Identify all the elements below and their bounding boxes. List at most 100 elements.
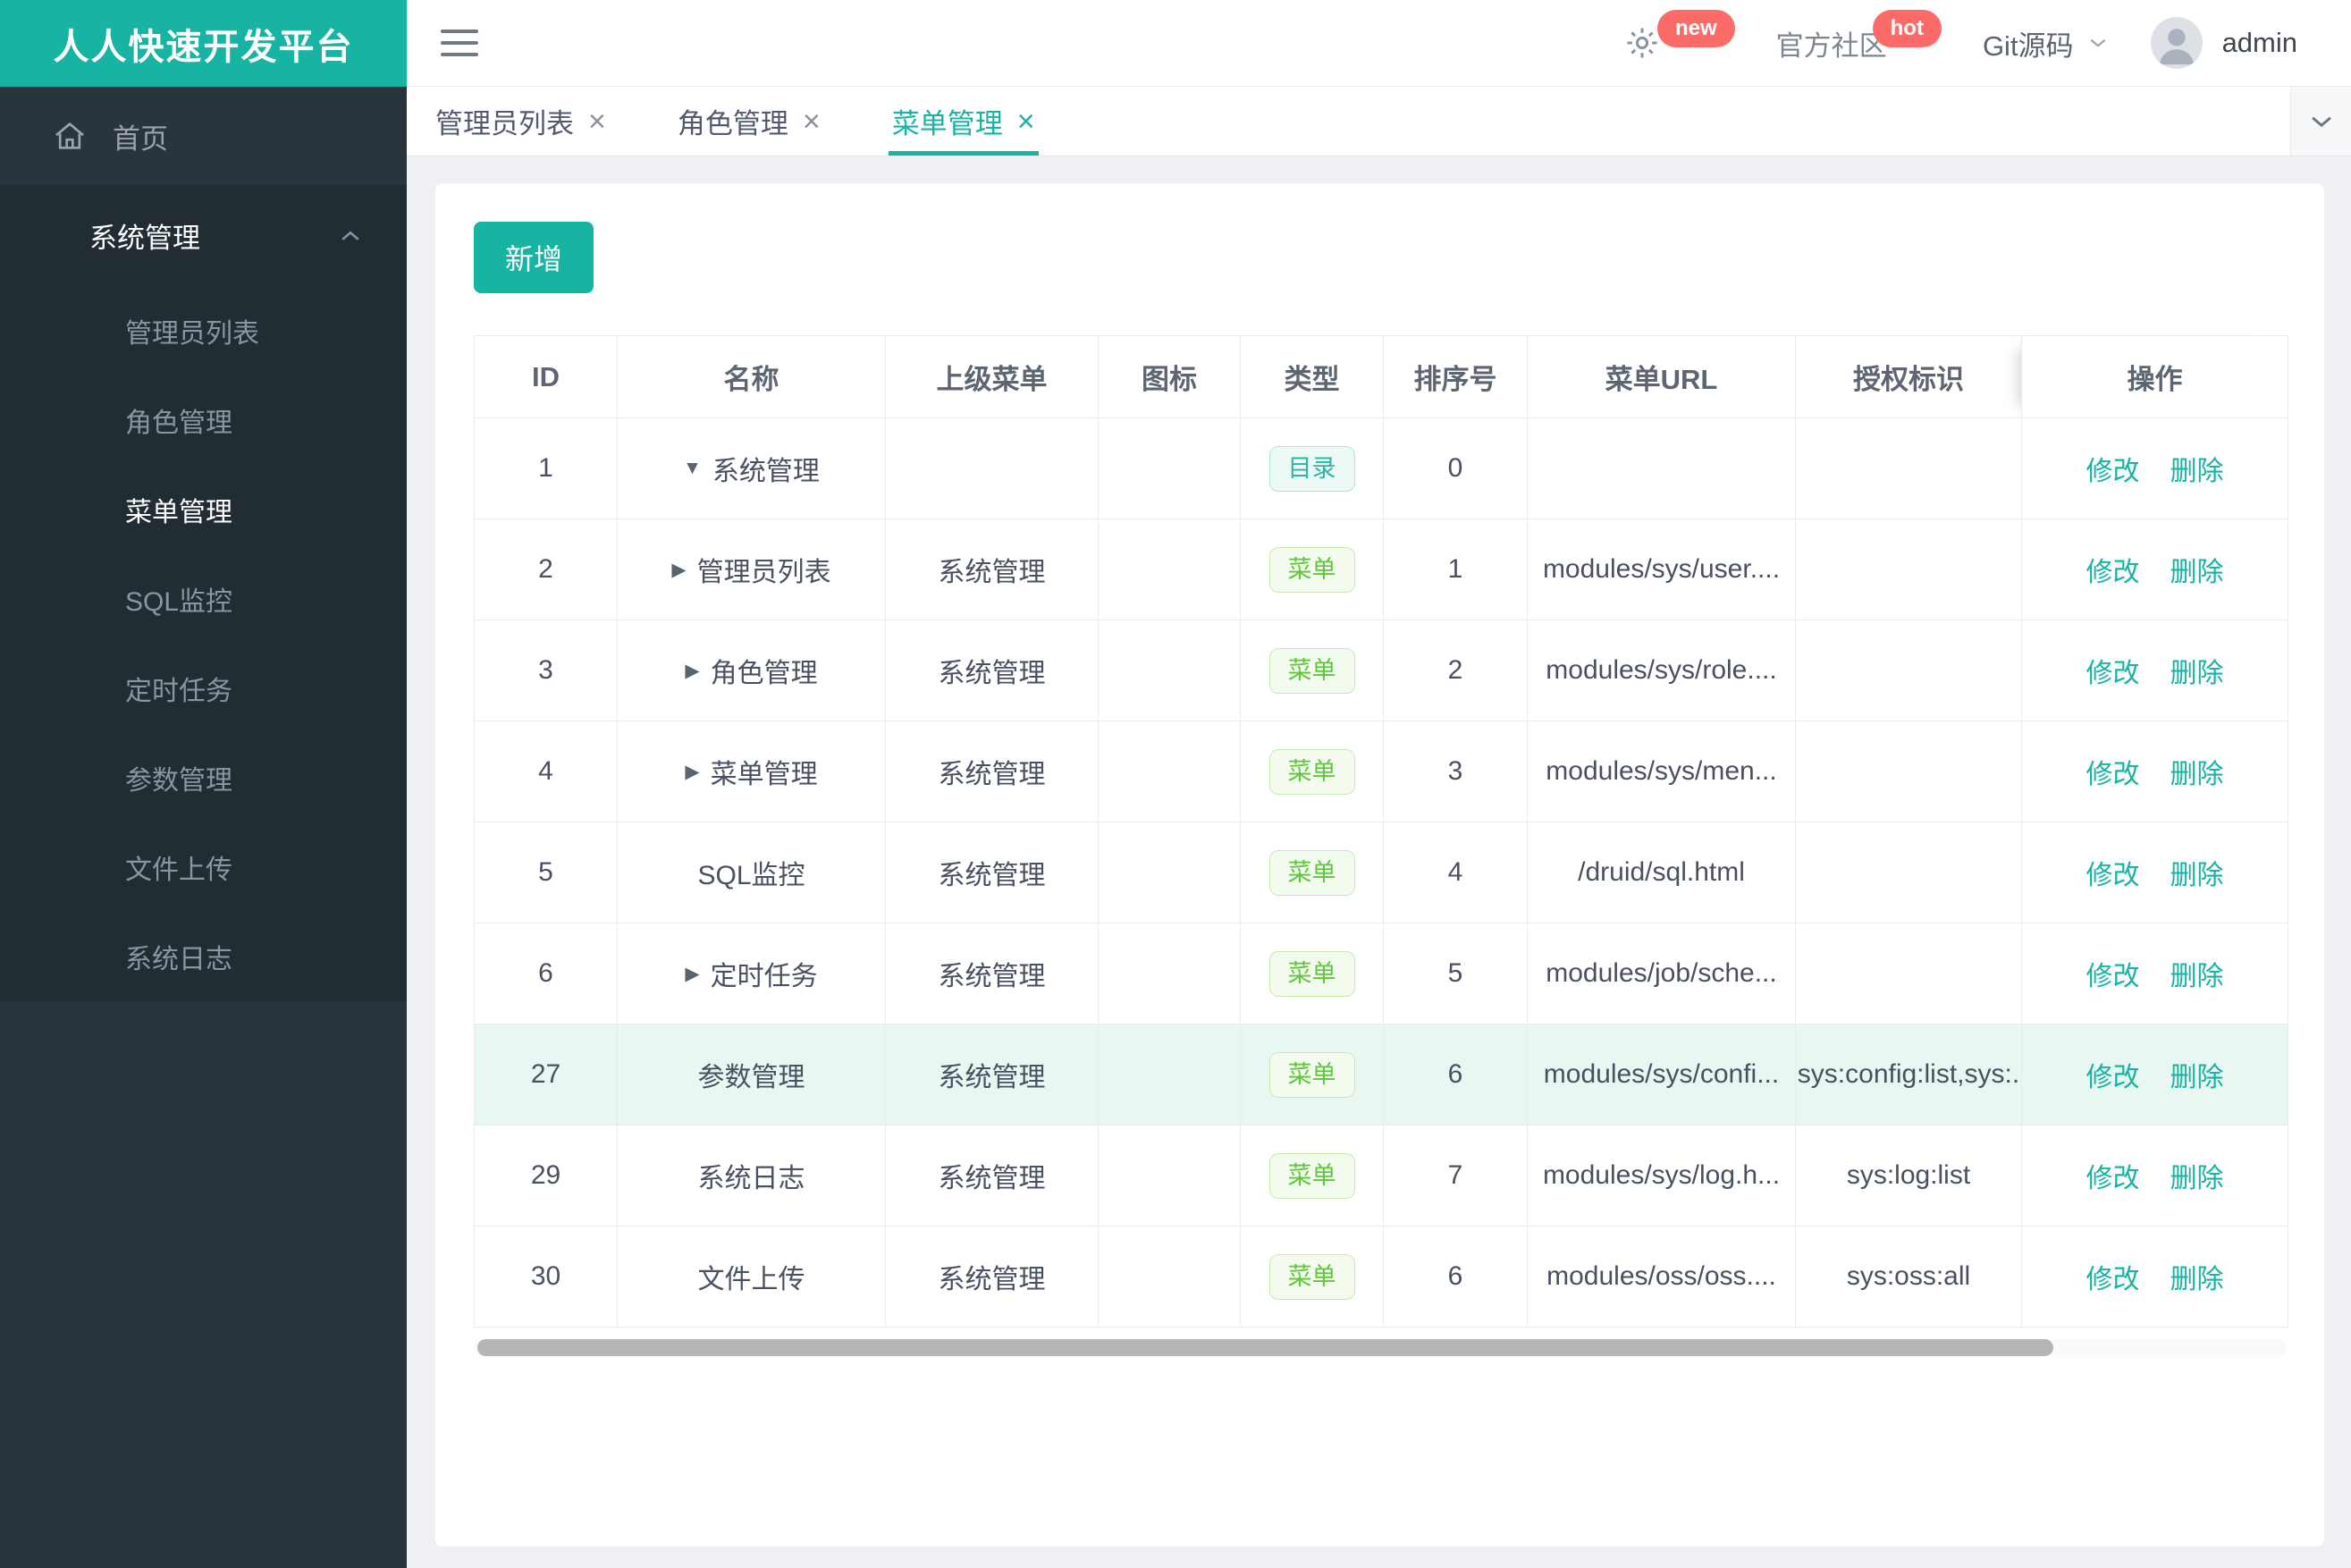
delete-link[interactable]: 删除 [2170, 1055, 2224, 1094]
community-label: 官方社区 [1775, 30, 1887, 62]
git-source-label: Git源码 [1982, 30, 2074, 62]
git-source-dropdown[interactable]: Git源码 [1983, 23, 2110, 63]
cell-parent-menu: 系统管理 [885, 1125, 1099, 1227]
delete-link[interactable]: 删除 [2170, 752, 2224, 791]
type-badge: 菜单 [1268, 849, 1355, 896]
user-menu[interactable]: admin [2150, 17, 2297, 69]
cell-id: 4 [474, 721, 618, 822]
tab-bar: 管理员列表 × 角色管理 × 菜单管理 × [407, 87, 2351, 156]
cell-menu-url: modules/sys/log.h... [1527, 1125, 1796, 1227]
sidebar-home-label: 首页 [113, 122, 168, 155]
edit-link[interactable]: 修改 [2086, 853, 2140, 892]
add-button[interactable]: 新增 [474, 222, 594, 293]
hamburger-menu-button[interactable] [441, 30, 478, 56]
cell-order: 4 [1383, 822, 1528, 923]
tab[interactable]: 角色管理 × [674, 87, 824, 156]
cell-parent-menu [885, 417, 1099, 519]
sidebar-item[interactable]: 角色管理 [0, 375, 407, 465]
cell-type: 菜单 [1240, 620, 1384, 721]
cell-order: 3 [1383, 721, 1528, 822]
edit-link[interactable]: 修改 [2086, 1055, 2140, 1094]
cell-parent-menu: 系统管理 [885, 620, 1099, 721]
cell-menu-url: modules/sys/men... [1527, 721, 1796, 822]
edit-link[interactable]: 修改 [2086, 550, 2140, 589]
cell-parent-menu: 系统管理 [885, 822, 1099, 923]
tab[interactable]: 管理员列表 × [432, 87, 610, 156]
column-header: 类型 [1240, 335, 1384, 418]
cell-actions: 修改 删除 [2021, 1125, 2288, 1227]
sidebar-item[interactable]: 系统日志 [0, 912, 407, 1001]
tree-toggle-icon[interactable]: ▶ [685, 761, 699, 783]
cell-name: ▼ 系统管理 [617, 417, 886, 519]
delete-link[interactable]: 删除 [2170, 449, 2224, 488]
cell-perms [1795, 721, 2022, 822]
settings-button[interactable]: new [1623, 10, 1735, 62]
delete-link[interactable]: 删除 [2170, 651, 2224, 690]
gear-icon [1623, 24, 1661, 62]
edit-link[interactable]: 修改 [2086, 651, 2140, 690]
tab-close-icon[interactable]: × [803, 106, 821, 137]
sidebar-group-header[interactable]: 系统管理 [0, 185, 407, 286]
cell-perms [1795, 518, 2022, 620]
type-badge: 菜单 [1268, 950, 1355, 997]
delete-link[interactable]: 删除 [2170, 954, 2224, 993]
delete-link[interactable]: 删除 [2170, 550, 2224, 589]
table-row: 2 ▶ 管理员列表 系统管理 菜单 1 modules/sys/user....… [474, 518, 2288, 620]
sidebar-item-label: 管理员列表 [125, 319, 259, 349]
tab[interactable]: 菜单管理 × [888, 87, 1039, 156]
cell-actions: 修改 删除 [2021, 1024, 2288, 1125]
cell-type: 目录 [1240, 417, 1384, 519]
sidebar-item[interactable]: 参数管理 [0, 733, 407, 822]
cell-type: 菜单 [1240, 822, 1384, 923]
sidebar-item-label: 文件上传 [125, 856, 232, 885]
sidebar-item-label: 参数管理 [125, 766, 232, 796]
sidebar-item-label: 角色管理 [125, 409, 232, 438]
cell-id: 5 [474, 822, 618, 923]
edit-link[interactable]: 修改 [2086, 954, 2140, 993]
cell-menu-url: modules/oss/oss.... [1527, 1226, 1796, 1328]
sidebar-item[interactable]: 定时任务 [0, 644, 407, 733]
community-link[interactable]: 官方社区 hot [1775, 10, 1942, 63]
delete-link[interactable]: 删除 [2170, 853, 2224, 892]
chevron-down-icon [2086, 31, 2110, 55]
tree-toggle-icon[interactable]: ▶ [685, 963, 699, 985]
cell-actions: 修改 删除 [2021, 822, 2288, 923]
edit-link[interactable]: 修改 [2086, 449, 2140, 488]
sidebar-item[interactable]: 菜单管理 [0, 465, 407, 554]
tabs-collapse-button[interactable] [2290, 87, 2351, 156]
delete-link[interactable]: 删除 [2170, 1156, 2224, 1195]
cell-name: 参数管理 [617, 1024, 886, 1125]
menu-name: 系统管理 [712, 457, 820, 486]
tab-close-icon[interactable]: × [1017, 106, 1035, 137]
sidebar-item[interactable]: SQL监控 [0, 554, 407, 644]
horizontal-scrollbar-thumb[interactable] [477, 1339, 2054, 1356]
delete-link[interactable]: 删除 [2170, 1257, 2224, 1296]
sidebar-item-label: 菜单管理 [125, 498, 232, 527]
tree-toggle-icon[interactable]: ▶ [685, 660, 699, 682]
cell-type: 菜单 [1240, 1024, 1384, 1125]
type-badge: 目录 [1268, 445, 1355, 492]
sidebar-item[interactable]: 管理员列表 [0, 286, 407, 375]
tab-close-icon[interactable]: × [588, 106, 606, 137]
edit-link[interactable]: 修改 [2086, 1257, 2140, 1296]
sidebar-item-home[interactable]: 首页 [0, 87, 407, 185]
cell-actions: 修改 删除 [2021, 923, 2288, 1024]
header-actions: new 官方社区 hot Git源码 admin [1623, 10, 2297, 69]
table-row: 5 SQL监控 系统管理 菜单 4 /druid/sql.html 修改 删除 [474, 822, 2288, 923]
cell-icon [1098, 822, 1241, 923]
edit-link[interactable]: 修改 [2086, 752, 2140, 791]
cell-name: ▶ 菜单管理 [617, 721, 886, 822]
tree-toggle-icon[interactable]: ▼ [683, 458, 702, 479]
tree-toggle-icon[interactable]: ▶ [671, 559, 686, 581]
sidebar-item[interactable]: 文件上传 [0, 822, 407, 912]
table-row: 27 参数管理 系统管理 菜单 6 modules/sys/confi... s… [474, 1024, 2288, 1125]
cell-parent-menu: 系统管理 [885, 923, 1099, 1024]
menu-name: 管理员列表 [696, 558, 831, 587]
horizontal-scrollbar-track[interactable] [474, 1339, 2286, 1356]
cell-parent-menu: 系统管理 [885, 1226, 1099, 1328]
edit-link[interactable]: 修改 [2086, 1156, 2140, 1195]
column-header: 授权标识 [1795, 335, 2022, 418]
type-badge: 菜单 [1268, 1253, 1355, 1300]
sidebar-group-system: 系统管理 管理员列表 角色管理 菜单管理 SQL监控 定时任务 参数管理 文件上… [0, 185, 407, 1001]
menu-name: 角色管理 [710, 659, 818, 688]
